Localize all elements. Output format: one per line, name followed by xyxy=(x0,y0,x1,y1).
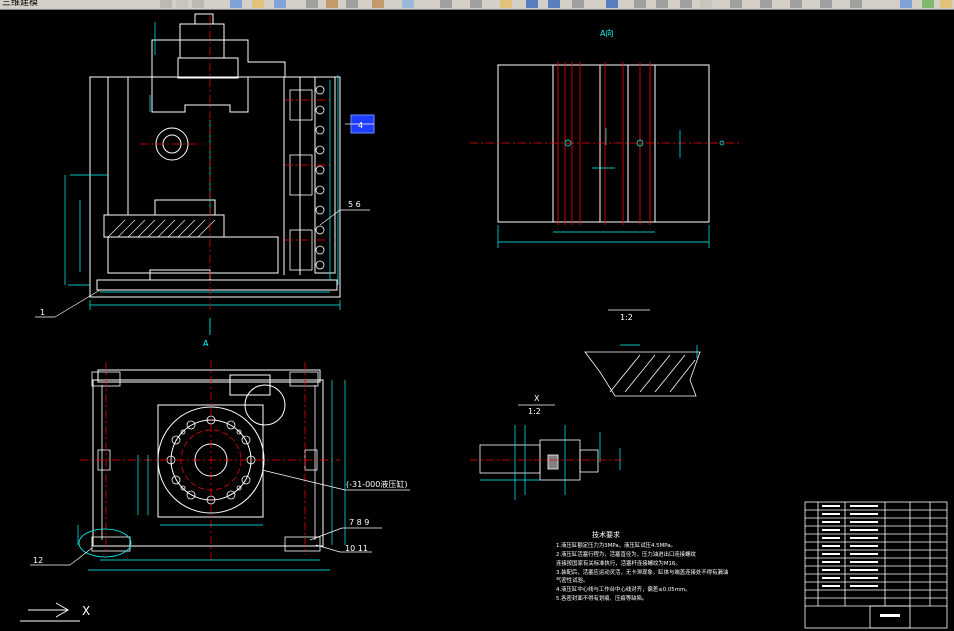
view-a-title: A向 xyxy=(600,28,613,38)
tech-line-1: 1.液压缸额定压力为3MPa，液压缸试压4.5MPa。 xyxy=(556,541,676,549)
front-centerlines xyxy=(140,15,330,310)
tech-line-3: 连接按国家有关标准执行，活塞杆连接螺纹为M16。 xyxy=(556,559,681,567)
callout-5-6: 5 6 xyxy=(348,200,361,209)
detail-x-scale: 1:2 xyxy=(528,407,541,416)
text-a-icon[interactable] xyxy=(700,0,712,8)
brush-icon[interactable] xyxy=(402,0,414,8)
drawing-canvas[interactable]: A 4 1 5 6 A向 1:2 X 1:2 (-31-000液压缸) 7 8 … xyxy=(0,10,954,631)
detail-circle xyxy=(78,528,132,558)
toolbar-button-2[interactable] xyxy=(176,0,188,8)
tech-line-4: 3.装配后，活塞应运动灵活，无卡滞现象，缸体与端盖连接处不得有漏油 xyxy=(556,568,728,576)
top-view-corners xyxy=(91,371,321,552)
weld-detail xyxy=(584,351,701,397)
bolt-column xyxy=(289,85,325,271)
view-a-centerlines xyxy=(470,62,740,225)
calc-icon[interactable] xyxy=(850,0,862,8)
print-icon[interactable] xyxy=(306,0,318,8)
selected-grip-text: 4 xyxy=(358,121,363,130)
callout-1: 1 xyxy=(40,308,45,317)
tech-line-7: 5.各密封面不得有划痕、压痕等缺陷。 xyxy=(556,594,647,602)
undo-icon[interactable] xyxy=(440,0,452,8)
tech-line-6: 4.液压缸中心线与工作台中心线对齐，偏差≤0.05mm。 xyxy=(556,585,691,593)
view-a-dimensions xyxy=(497,128,725,248)
zoom-in-icon[interactable] xyxy=(634,0,646,8)
title-block[interactable] xyxy=(804,501,948,629)
zoom-realtime-icon[interactable] xyxy=(526,0,538,8)
scale-label-1: 1:2 xyxy=(620,313,633,322)
cut-icon[interactable] xyxy=(326,0,338,8)
title-block-text xyxy=(822,505,900,617)
top-view[interactable] xyxy=(92,369,324,547)
front-dimensions xyxy=(64,22,341,310)
view-arrow-a-label: A xyxy=(203,339,209,348)
paste-icon[interactable] xyxy=(372,0,384,8)
toolbar: 三维建模 xyxy=(0,0,954,10)
detail-x-label: X xyxy=(534,394,540,403)
front-section-view[interactable] xyxy=(89,13,341,298)
toolbar-button-1[interactable] xyxy=(160,0,172,8)
callout-note: (-31-000液压缸) xyxy=(346,479,407,489)
zoom-window-icon[interactable] xyxy=(548,0,560,8)
layer-icon[interactable] xyxy=(730,0,742,8)
tech-title: 技术要求 xyxy=(592,530,620,539)
tech-line-2: 2.液压缸活塞行程为，活塞直径为，压力油进出口连接螺纹 xyxy=(556,550,697,558)
ucs-icon xyxy=(20,602,80,622)
toolbar-button-3[interactable] xyxy=(192,0,204,8)
pan-icon[interactable] xyxy=(500,0,512,8)
new-icon[interactable] xyxy=(230,0,242,8)
menu-label[interactable]: 三维建模 xyxy=(2,0,38,9)
ucs-x-label: X xyxy=(82,604,90,618)
open-icon[interactable] xyxy=(252,0,264,8)
zoom-out-icon[interactable] xyxy=(656,0,668,8)
view-a[interactable] xyxy=(497,64,710,223)
tech-line-5: 气密性试验。 xyxy=(556,576,588,584)
callout-10-11: 10 11 xyxy=(345,544,368,553)
help-icon[interactable] xyxy=(900,0,912,8)
match-icon[interactable] xyxy=(760,0,772,8)
callout-12: 12 xyxy=(33,556,43,565)
refresh-icon[interactable] xyxy=(922,0,934,8)
weld-symbol xyxy=(620,344,698,358)
block-icon[interactable] xyxy=(790,0,802,8)
star-icon[interactable] xyxy=(940,0,952,8)
tech-requirements: 1.液压缸额定压力为3MPa，液压缸试压4.5MPa。 2.液压缸活塞行程为，活… xyxy=(556,541,728,602)
save-icon[interactable] xyxy=(274,0,286,8)
zoom-prev-icon[interactable] xyxy=(572,0,584,8)
top-view-centerlines xyxy=(80,360,340,560)
properties-icon[interactable] xyxy=(606,0,618,8)
callout-7-8-9: 7 8 9 xyxy=(349,518,369,527)
zoom-extents-icon[interactable] xyxy=(680,0,692,8)
section-hatch xyxy=(107,219,216,238)
copy-icon[interactable] xyxy=(346,0,358,8)
table-icon[interactable] xyxy=(820,0,832,8)
redo-icon[interactable] xyxy=(470,0,482,8)
